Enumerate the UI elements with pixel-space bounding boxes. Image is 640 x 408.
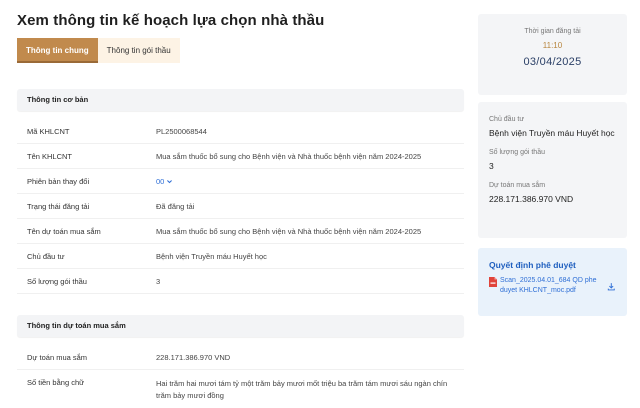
- row-label: Phiên bản thay đổi: [27, 176, 90, 186]
- download-icon[interactable]: [607, 282, 616, 291]
- budget-info-heading: Thông tin dự toán mua sắm: [17, 315, 464, 337]
- table-row: Mã KHLCNT PL2500068544: [17, 119, 464, 144]
- posting-date: 03/04/2025: [523, 56, 582, 68]
- decision-title: Quyết định phê duyệt: [489, 260, 576, 270]
- row-value: 3: [156, 276, 161, 286]
- version-select[interactable]: 00: [156, 177, 173, 186]
- table-row: Phiên bản thay đổi 00: [17, 169, 464, 194]
- row-value: Hai trăm hai mươi tám tỷ một trăm bảy mư…: [156, 379, 448, 400]
- tab-package-info[interactable]: Thông tin gói thầu: [97, 38, 180, 63]
- table-row: Tên KHLCNT Mua sắm thuốc bổ sung cho Bện…: [17, 144, 464, 169]
- posting-time-label: Thời gian đăng tải: [524, 28, 581, 35]
- table-row: Số lượng gói thầu 3: [17, 269, 464, 294]
- investor-value: Bệnh viện Truyền máu Huyết học: [489, 128, 615, 138]
- row-value: PL2500068544: [156, 126, 207, 136]
- budget-info-table: Dự toán mua sắm 228.171.386.970 VND Số t…: [17, 345, 464, 408]
- table-row: Tên dự toán mua sắm Mua sắm thuốc bổ sun…: [17, 219, 464, 244]
- summary-card: Chủ đầu tư Bệnh viện Truyền máu Huyết họ…: [478, 102, 627, 238]
- row-label: Dự toán mua sắm: [27, 352, 88, 362]
- row-label: Số lượng gói thầu: [27, 276, 87, 286]
- budget-value: 228.171.386.970 VND: [489, 194, 574, 204]
- investor-label: Chủ đầu tư: [489, 116, 525, 123]
- version-value: 00: [156, 176, 165, 186]
- row-label: Trạng thái đăng tải: [27, 201, 90, 211]
- row-value: Mua sắm thuốc bổ sung cho Bệnh viện và N…: [156, 151, 422, 161]
- pdf-icon: [489, 277, 497, 287]
- table-row: Trạng thái đăng tải Đã đăng tải: [17, 194, 464, 219]
- tab-bar: Thông tin chung Thông tin gói thầu: [17, 38, 180, 63]
- posting-time: 11:10: [542, 41, 563, 50]
- row-value: Bệnh viện Truyền máu Huyết học: [156, 251, 267, 261]
- row-value: 00: [156, 177, 464, 186]
- decision-card: Quyết định phê duyệt Scan_2025.04.01_684…: [478, 248, 627, 316]
- table-row: Số tiền bằng chữ Hai trăm hai mươi tám t…: [17, 370, 464, 408]
- row-value: Mua sắm thuốc bổ sung cho Bệnh viện và N…: [156, 226, 422, 236]
- package-count-value: 3: [489, 161, 494, 171]
- posting-time-card: Thời gian đăng tải 11:10 03/04/2025: [478, 14, 627, 95]
- decision-file-link[interactable]: Scan_2025.04.01_684 QD phe duyet KHLCNT_…: [500, 276, 604, 296]
- tab-general-info[interactable]: Thông tin chung: [17, 38, 98, 63]
- decision-file[interactable]: Scan_2025.04.01_684 QD phe duyet KHLCNT_…: [489, 276, 616, 296]
- page-title: Xem thông tin kế hoạch lựa chọn nhà thầu: [17, 12, 325, 29]
- table-row: Dự toán mua sắm 228.171.386.970 VND: [17, 345, 464, 370]
- budget-label: Dự toán mua sắm: [489, 182, 546, 189]
- table-row: Chủ đầu tư Bệnh viện Truyền máu Huyết họ…: [17, 244, 464, 269]
- row-value: 228.171.386.970 VND: [156, 352, 231, 362]
- row-value: Đã đăng tải: [156, 201, 195, 211]
- row-label: Tên KHLCNT: [27, 151, 73, 161]
- basic-info-table: Mã KHLCNT PL2500068544 Tên KHLCNT Mua sắ…: [17, 119, 464, 294]
- row-label: Tên dự toán mua sắm: [27, 226, 101, 236]
- row-label: Số tiền bằng chữ: [27, 378, 85, 387]
- row-label: Mã KHLCNT: [27, 126, 70, 136]
- package-count-label: Số lượng gói thầu: [489, 149, 545, 156]
- basic-info-heading: Thông tin cơ bản: [17, 89, 464, 111]
- chevron-down-icon: [167, 179, 173, 183]
- row-label: Chủ đầu tư: [27, 251, 65, 261]
